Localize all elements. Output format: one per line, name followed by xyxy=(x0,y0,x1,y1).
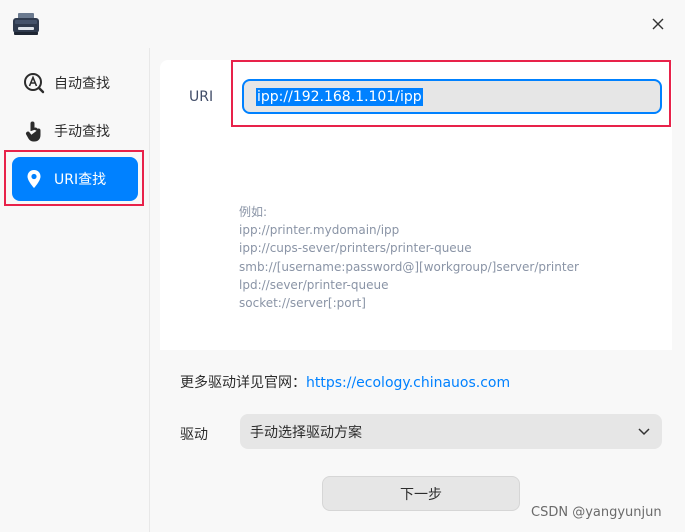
hand-pointer-icon xyxy=(22,119,46,143)
sidebar-item-label: URI查找 xyxy=(54,172,107,188)
driver-selected-value: 手动选择驱动方案 xyxy=(250,424,362,441)
example-line: ipp://cups-sever/printers/printer-queue xyxy=(239,241,472,256)
official-site-text: 更多驱动详见官网：https://ecology.chinauos.com xyxy=(180,372,510,392)
watermark: CSDN @yangyunjun xyxy=(531,505,662,520)
next-button[interactable]: 下一步 xyxy=(322,476,520,511)
example-line: smb://[username:password@][workgroup/]se… xyxy=(239,259,579,274)
uri-input-value: ipp://192.168.1.101/ipp xyxy=(256,87,423,106)
close-button[interactable] xyxy=(646,12,670,36)
sidebar-item-label: 手动查找 xyxy=(54,124,110,140)
example-line: lpd://sever/printer-queue xyxy=(239,277,389,292)
example-line: ipp://printer.mydomain/ipp xyxy=(239,223,400,238)
printer-icon xyxy=(12,12,40,36)
location-pin-icon xyxy=(22,167,46,191)
official-site-link[interactable]: https://ecology.chinauos.com xyxy=(306,375,510,391)
example-line: socket://server[:port] xyxy=(239,296,366,311)
sidebar-item-label: 自动查找 xyxy=(54,76,110,92)
auto-search-icon xyxy=(22,71,46,95)
uri-input[interactable]: ipp://192.168.1.101/ipp xyxy=(242,79,662,114)
uri-label: URI xyxy=(189,89,214,105)
uri-examples: 例如: ipp://printer.mydomain/ipp ipp://cup… xyxy=(239,203,579,312)
driver-select[interactable]: 手动选择驱动方案 xyxy=(240,414,662,449)
sidebar-item-uri-search[interactable]: URI查找 xyxy=(12,157,138,201)
examples-heading: 例如: xyxy=(239,205,268,219)
add-printer-window: 自动查找 手动查找 URI查找 URI ipp://192.168.1.101/… xyxy=(0,0,685,532)
driver-label: 驱动 xyxy=(180,427,208,443)
sidebar-item-auto-search[interactable]: 自动查找 xyxy=(12,61,138,105)
sidebar-item-manual-search[interactable]: 手动查找 xyxy=(12,109,138,153)
close-icon xyxy=(652,18,664,30)
official-site-prefix: 更多驱动详见官网： xyxy=(180,375,306,391)
titlebar xyxy=(0,0,685,48)
chevron-down-icon xyxy=(638,428,650,436)
